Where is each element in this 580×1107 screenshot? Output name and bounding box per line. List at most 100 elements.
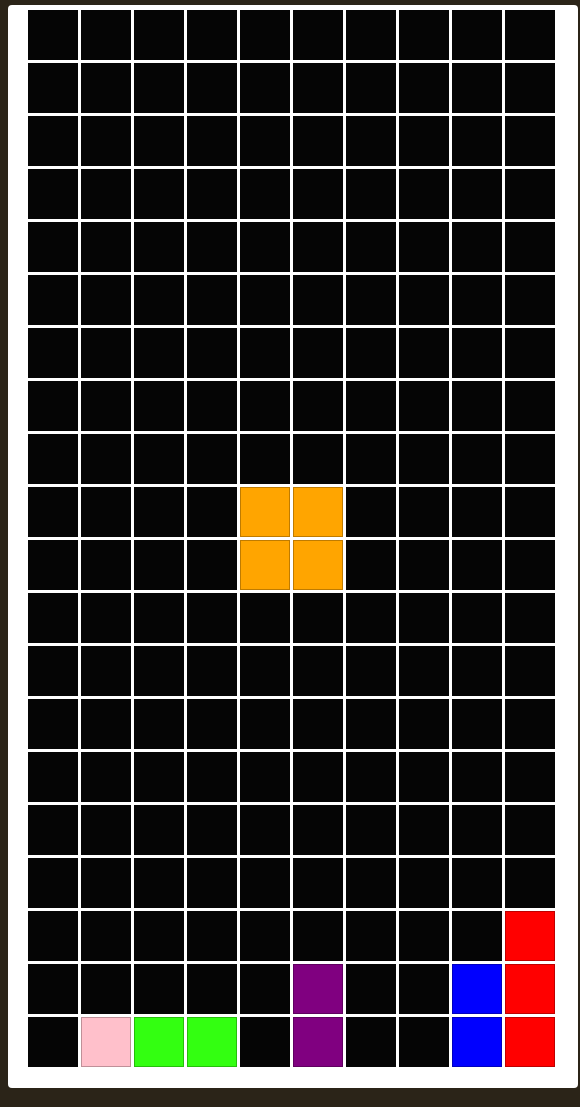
- empty-cell: [187, 805, 237, 855]
- empty-cell: [505, 222, 555, 272]
- empty-cell: [28, 222, 78, 272]
- empty-cell: [293, 752, 343, 802]
- empty-cell: [28, 434, 78, 484]
- empty-cell: [134, 540, 184, 590]
- empty-cell: [134, 275, 184, 325]
- empty-cell: [346, 487, 396, 537]
- empty-cell: [81, 63, 131, 113]
- empty-cell: [505, 434, 555, 484]
- empty-cell: [346, 858, 396, 908]
- filled-cell: [134, 1017, 184, 1067]
- empty-cell: [81, 646, 131, 696]
- empty-cell: [399, 805, 449, 855]
- filled-cell: [505, 911, 555, 961]
- empty-cell: [81, 275, 131, 325]
- empty-cell: [240, 646, 290, 696]
- filled-cell: [187, 1017, 237, 1067]
- empty-cell: [293, 858, 343, 908]
- tetris-page: [0, 0, 580, 1107]
- empty-cell: [505, 381, 555, 431]
- empty-cell: [187, 222, 237, 272]
- empty-cell: [505, 593, 555, 643]
- empty-cell: [134, 63, 184, 113]
- empty-cell: [399, 858, 449, 908]
- empty-cell: [399, 169, 449, 219]
- empty-cell: [452, 328, 502, 378]
- empty-cell: [240, 381, 290, 431]
- empty-cell: [134, 169, 184, 219]
- empty-cell: [187, 964, 237, 1014]
- empty-cell: [399, 10, 449, 60]
- empty-cell: [505, 805, 555, 855]
- empty-cell: [293, 911, 343, 961]
- empty-cell: [505, 646, 555, 696]
- empty-cell: [505, 328, 555, 378]
- empty-cell: [187, 699, 237, 749]
- empty-cell: [240, 169, 290, 219]
- empty-cell: [134, 964, 184, 1014]
- empty-cell: [28, 858, 78, 908]
- empty-cell: [452, 805, 502, 855]
- empty-cell: [187, 752, 237, 802]
- empty-cell: [505, 10, 555, 60]
- falling-block: [293, 540, 343, 590]
- empty-cell: [346, 63, 396, 113]
- empty-cell: [81, 540, 131, 590]
- empty-cell: [346, 328, 396, 378]
- empty-cell: [346, 593, 396, 643]
- empty-cell: [346, 10, 396, 60]
- empty-cell: [134, 381, 184, 431]
- empty-cell: [240, 964, 290, 1014]
- empty-cell: [346, 911, 396, 961]
- empty-cell: [505, 169, 555, 219]
- empty-cell: [134, 593, 184, 643]
- empty-cell: [346, 805, 396, 855]
- empty-cell: [134, 222, 184, 272]
- filled-cell: [452, 964, 502, 1014]
- empty-cell: [28, 275, 78, 325]
- empty-cell: [187, 381, 237, 431]
- empty-cell: [28, 63, 78, 113]
- empty-cell: [452, 222, 502, 272]
- empty-cell: [346, 646, 396, 696]
- empty-cell: [452, 858, 502, 908]
- empty-cell: [346, 699, 396, 749]
- empty-cell: [28, 381, 78, 431]
- empty-cell: [452, 911, 502, 961]
- game-board[interactable]: [28, 10, 556, 1067]
- empty-cell: [293, 63, 343, 113]
- empty-cell: [28, 328, 78, 378]
- empty-cell: [187, 858, 237, 908]
- empty-cell: [240, 328, 290, 378]
- empty-cell: [452, 275, 502, 325]
- empty-cell: [505, 540, 555, 590]
- empty-cell: [81, 699, 131, 749]
- empty-cell: [346, 752, 396, 802]
- falling-block: [293, 487, 343, 537]
- empty-cell: [346, 964, 396, 1014]
- falling-block: [240, 540, 290, 590]
- empty-cell: [81, 911, 131, 961]
- empty-cell: [81, 169, 131, 219]
- empty-cell: [505, 116, 555, 166]
- empty-cell: [293, 10, 343, 60]
- empty-cell: [134, 328, 184, 378]
- empty-cell: [293, 699, 343, 749]
- empty-cell: [452, 10, 502, 60]
- empty-cell: [81, 116, 131, 166]
- empty-cell: [240, 805, 290, 855]
- empty-cell: [240, 752, 290, 802]
- empty-cell: [81, 10, 131, 60]
- empty-cell: [293, 222, 343, 272]
- empty-cell: [346, 540, 396, 590]
- empty-cell: [187, 275, 237, 325]
- empty-cell: [81, 381, 131, 431]
- filled-cell: [293, 1017, 343, 1067]
- empty-cell: [81, 752, 131, 802]
- empty-cell: [452, 381, 502, 431]
- board-panel: [8, 5, 578, 1088]
- empty-cell: [187, 646, 237, 696]
- empty-cell: [399, 699, 449, 749]
- empty-cell: [134, 911, 184, 961]
- empty-cell: [293, 275, 343, 325]
